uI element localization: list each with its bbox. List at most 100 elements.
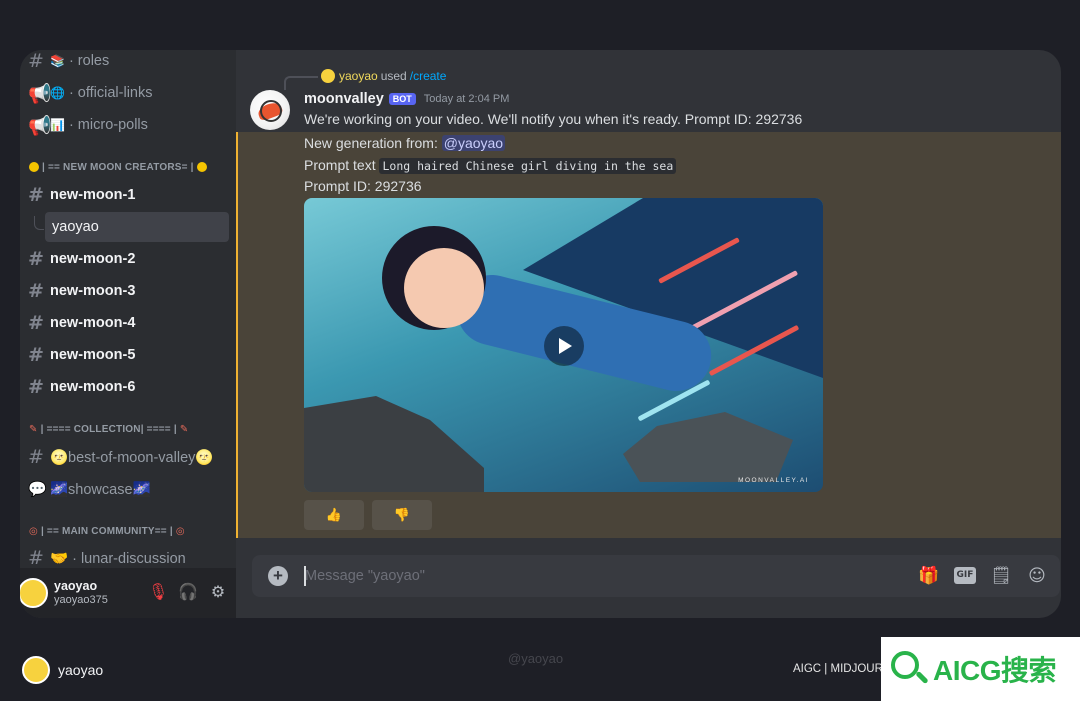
mic-muted-icon[interactable]: 🎙: [148, 582, 168, 602]
channel-new-moon-4[interactable]: # new-moon-4: [24, 308, 230, 338]
footer-avatar: [22, 656, 50, 684]
replied-user-avatar: [321, 69, 335, 83]
hash-icon: #: [28, 280, 44, 302]
discord-window: # 📚 · roles 📢 🌐 · official-links 📢 📊 · m…: [20, 50, 1061, 618]
channel-label: · roles: [68, 53, 110, 69]
play-icon[interactable]: [544, 326, 584, 366]
channel-micro-polls[interactable]: 📢 📊 · micro-polls: [24, 110, 230, 140]
message-header: moonvalley BOT Today at 2:04 PM: [304, 91, 509, 107]
logo-text: AICG搜索: [933, 655, 1057, 686]
video-attachment[interactable]: MOONVALLEY.AI: [304, 198, 823, 492]
channel-label: new-moon-6: [50, 379, 136, 395]
channel-new-moon-1[interactable]: # new-moon-1: [24, 180, 230, 210]
channel-label: new-moon-3: [50, 283, 136, 299]
category-collection[interactable]: ✎ | ==== COLLECTION| ==== | ✎: [26, 421, 191, 437]
footer-watermark: @yaoyao: [508, 651, 564, 666]
thumbs-down-icon: 👎: [393, 507, 411, 522]
command-reply-reference[interactable]: yaoyao used /create: [321, 69, 446, 83]
prompt-text-line: Prompt text Long haired Chinese girl div…: [304, 157, 677, 174]
channel-new-moon-5[interactable]: # new-moon-5: [24, 340, 230, 370]
moon-icon: [196, 162, 207, 172]
category-label: | == MAIN COMMUNITY== |: [40, 525, 173, 537]
replied-used-text: used: [380, 69, 407, 83]
channel-official-links[interactable]: 📢 🌐 · official-links: [24, 78, 230, 108]
channel-lunar-discussion[interactable]: # 🤝 · lunar-discussion: [24, 543, 230, 568]
channel-label: · micro-polls: [68, 117, 148, 133]
user-info[interactable]: yaoyao yaoyao375: [54, 579, 108, 607]
user-name: yaoyao: [54, 579, 98, 593]
channel-list[interactable]: # 📚 · roles 📢 🌐 · official-links 📢 📊 · m…: [20, 50, 236, 568]
channel-label: 🤝 · lunar-discussion: [50, 550, 186, 567]
category-label: | == NEW MOON CREATORS= |: [42, 161, 194, 173]
channel-new-moon-6[interactable]: # new-moon-6: [24, 372, 230, 402]
hash-icon: #: [28, 344, 44, 366]
video-thumbnail-rock: [304, 396, 484, 492]
mentioned-message: New generation from: @yaoyao Prompt text…: [236, 132, 1061, 538]
thumbs-down-button[interactable]: 👎: [372, 500, 432, 530]
hash-icon: #: [28, 446, 44, 468]
hash-icon: #: [28, 248, 44, 270]
replied-user-name[interactable]: yaoyao: [339, 69, 378, 83]
channel-label: · official-links: [68, 85, 153, 101]
thumbs-up-button[interactable]: 👍: [304, 500, 364, 530]
video-watermark: MOONVALLEY.AI: [738, 477, 809, 484]
hash-icon: #: [28, 50, 44, 72]
channel-roles[interactable]: # 📚 · roles: [24, 50, 230, 76]
prompt-code: Long haired Chinese girl diving in the s…: [379, 158, 677, 174]
category-main-community[interactable]: ◎ | == MAIN COMMUNITY== | ◎: [26, 523, 188, 539]
hash-icon: #: [28, 312, 44, 334]
message-list: yaoyao used /create moonvalley BOT Today…: [236, 50, 1061, 538]
message-input[interactable]: [305, 555, 865, 597]
generation-from-line: New generation from: @yaoyao: [304, 135, 506, 151]
channel-label: new-moon-2: [50, 251, 136, 267]
channel-label: 🌌showcase🌌: [50, 481, 151, 498]
channel-showcase[interactable]: 💬 🌌showcase🌌: [24, 474, 230, 504]
channel-new-moon-2[interactable]: # new-moon-2: [24, 244, 230, 274]
channel-label: new-moon-4: [50, 315, 136, 331]
hash-icon: #: [28, 547, 44, 568]
message-text: We're working on your video. We'll notif…: [304, 111, 803, 127]
sticker-icon[interactable]: 🗒: [990, 565, 1012, 587]
user-handle: yaoyao375: [54, 594, 108, 606]
bot-avatar[interactable]: [250, 90, 290, 130]
thread-yaoyao[interactable]: yaoyao: [45, 212, 229, 242]
plus-icon[interactable]: +: [268, 566, 288, 586]
announcement-icon: 📢: [28, 82, 52, 105]
footer-name: yaoyao: [58, 662, 104, 678]
gear-icon[interactable]: ⚙: [208, 582, 228, 602]
channel-emoji: 📚: [50, 54, 65, 68]
feather-icon: ✎: [179, 423, 189, 435]
channel-label: 🌝best-of-moon-valley🌝: [50, 449, 214, 466]
thread-connector: [34, 216, 44, 230]
channel-best-of-moon-valley[interactable]: # 🌝best-of-moon-valley🌝: [24, 442, 230, 472]
replied-command[interactable]: /create: [410, 69, 447, 83]
gift-icon[interactable]: 🎁: [918, 565, 940, 587]
reply-connector: [284, 76, 318, 90]
prompt-id: Prompt ID: 292736: [304, 178, 422, 194]
video-thumbnail-rock: [623, 412, 793, 482]
hash-icon: #: [28, 376, 44, 398]
video-thumbnail-face: [404, 248, 484, 328]
message-composer: + 🎁 GIF 🗒 ☺: [252, 555, 1060, 597]
headphones-muted-icon[interactable]: 🎧: [178, 582, 198, 602]
user-avatar[interactable]: [20, 578, 48, 608]
dart-icon: ◎: [29, 525, 38, 537]
channel-emoji: 📊: [50, 118, 65, 132]
channel-new-moon-3[interactable]: # new-moon-3: [24, 276, 230, 306]
aicg-logo: AICG搜索: [881, 637, 1080, 701]
gif-icon[interactable]: GIF: [954, 567, 976, 584]
prompt-label: Prompt text: [304, 157, 376, 173]
feather-icon: ✎: [29, 423, 38, 435]
message-author[interactable]: moonvalley: [304, 91, 384, 107]
emoji-icon[interactable]: ☺: [1026, 565, 1048, 587]
bot-badge: BOT: [388, 93, 416, 105]
announcement-icon: 📢: [28, 114, 52, 137]
dart-icon: ◎: [175, 525, 185, 537]
category-new-moon-creators[interactable]: | == NEW MOON CREATORS= |: [26, 159, 210, 175]
magnifier-icon: [889, 649, 929, 689]
thread-label: yaoyao: [52, 219, 99, 235]
generation-label: New generation from:: [304, 135, 438, 151]
user-mention[interactable]: @yaoyao: [441, 135, 506, 151]
channel-label: new-moon-5: [50, 347, 136, 363]
chat-main: yaoyao used /create moonvalley BOT Today…: [236, 50, 1061, 618]
